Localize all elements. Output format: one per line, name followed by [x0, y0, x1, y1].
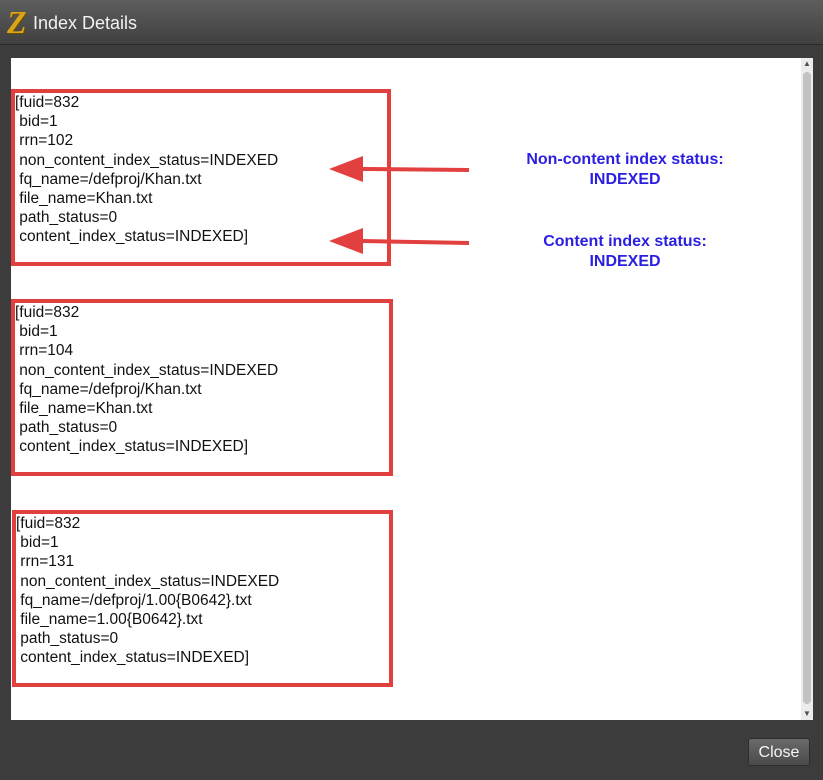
scrollbar-thumb[interactable]: [803, 72, 811, 704]
dialog-title: Index Details: [33, 13, 138, 33]
annotation-line: INDEXED: [589, 171, 661, 188]
annotation-line: Non-content index status:: [526, 151, 724, 168]
close-button[interactable]: Close: [748, 738, 810, 766]
annotation-non-content-status: Non-content index status: INDEXED: [500, 150, 750, 190]
arrow-content-icon: [329, 228, 470, 254]
dialog-titlebar[interactable]: Z Index Details: [0, 0, 823, 45]
annotation-line: INDEXED: [589, 253, 661, 270]
app-logo-icon: Z: [7, 4, 27, 40]
annotation-line: Content index status:: [543, 233, 707, 250]
index-details-content: [fuid=832 bid=1 rrn=102 non_content_inde…: [11, 58, 801, 720]
vertical-scrollbar[interactable]: ▲ ▼: [801, 58, 813, 720]
annotation-content-status: Content index status: INDEXED: [520, 232, 730, 272]
scroll-up-icon[interactable]: ▲: [801, 58, 813, 70]
arrow-non-content-icon: [329, 156, 470, 182]
scroll-down-icon[interactable]: ▼: [801, 708, 813, 720]
